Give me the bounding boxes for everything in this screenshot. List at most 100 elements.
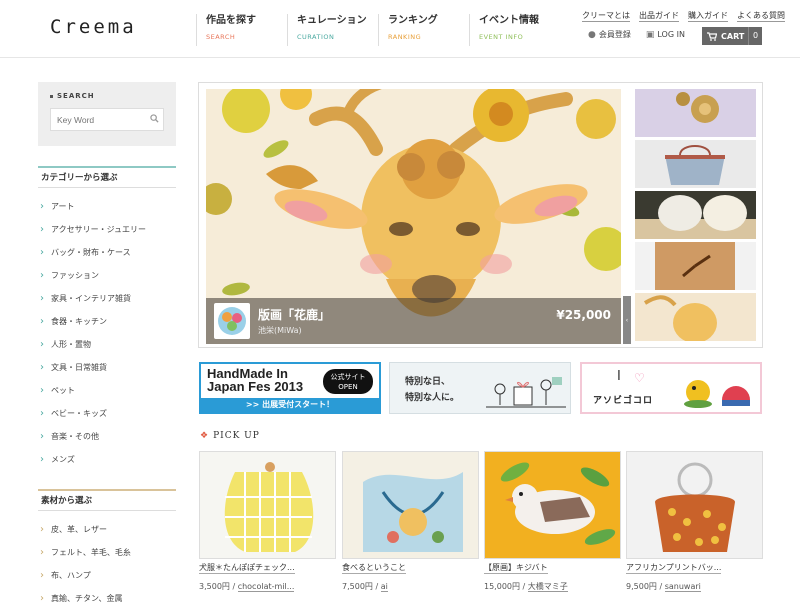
product-name[interactable]: アフリカンプリントバッ... — [626, 562, 722, 574]
category-item[interactable]: メンズ — [40, 448, 146, 471]
nav-event-sublabel: EVENT INFO — [479, 33, 524, 41]
special-gift-banner[interactable]: 特別な日、 特別な人に。 — [389, 362, 571, 414]
hero-thumbnail[interactable] — [635, 140, 756, 188]
banner-cta: >> 出展受付スタート！ — [201, 398, 379, 412]
nav-event-label: イベント情報 — [479, 15, 539, 26]
pickup-card[interactable]: アフリカンプリントバッ... 9,500円 / sanuwari — [626, 451, 763, 592]
handmade-fes-banner[interactable]: HandMade In Japan Fes 2013 公式サイト OPEN >>… — [199, 362, 381, 414]
link-about[interactable]: クリーマとは — [582, 10, 630, 22]
nav-ranking-sublabel: RANKING — [388, 33, 422, 41]
material-item[interactable]: 布、ハンプ — [40, 564, 131, 587]
artist-avatar[interactable] — [214, 303, 250, 339]
pickup-card[interactable]: 食べるということ 7,500円 / ai — [342, 451, 479, 592]
material-item[interactable]: 真鍮、チタン、金属 — [40, 587, 131, 610]
gift-banner-line2: 特別な人に。 — [405, 393, 460, 403]
seller-link[interactable]: chocolat-mil... — [237, 582, 295, 592]
user-links: ● 会員登録 ▣ LOG IN — [588, 29, 685, 40]
product-price: 7,500円 — [342, 582, 373, 591]
nav-search-label: 作品を探す — [206, 15, 256, 26]
category-item[interactable]: アート — [40, 195, 146, 218]
category-item[interactable]: 食器・キッチン — [40, 310, 146, 333]
link-buyer-guide[interactable]: 購入ガイド — [688, 10, 728, 22]
hero-thumbnail[interactable] — [635, 293, 756, 341]
link-faq[interactable]: よくある質問 — [737, 10, 785, 22]
product-name[interactable]: 犬服＊たんぽぽチェック... — [199, 562, 295, 574]
nav-search-sublabel: SEARCH — [206, 33, 236, 41]
banner-title-line2: Japan Fes 2013 — [207, 379, 304, 394]
seller-link[interactable]: sanuwari — [664, 582, 701, 592]
banner-i-text: I — [617, 369, 621, 384]
artist-avatar-image — [218, 307, 246, 335]
hero-thumbnail[interactable] — [635, 242, 756, 290]
cart-label: CART — [721, 31, 745, 41]
gift-banner-line1: 特別な日、 — [405, 377, 451, 387]
cart-icon — [707, 31, 717, 41]
slider-toggle-handle[interactable]: ‹ — [623, 296, 631, 344]
search-icon[interactable] — [150, 114, 159, 123]
category-item[interactable]: 家具・インテリア雑貨 — [40, 287, 146, 310]
asobigokoro-banner[interactable]: I ♡ アソビゴコロ — [580, 362, 762, 414]
seller-link[interactable]: 大橋マミ子 — [527, 582, 568, 592]
product-meta: 9,500円 / sanuwari — [626, 582, 701, 592]
gift-illustration — [486, 377, 566, 408]
site-logo[interactable]: Creema — [50, 16, 137, 38]
product-image[interactable] — [342, 451, 479, 559]
nav-curation[interactable]: キュレーション CURATION — [287, 14, 378, 46]
cart-count: 0 — [748, 27, 762, 45]
category-item[interactable]: ベビー・キッズ — [40, 402, 146, 425]
hero-price: ¥25,000 — [556, 308, 611, 322]
product-image[interactable] — [626, 451, 763, 559]
sidebar-search: SEARCH — [38, 82, 176, 146]
material-item[interactable]: フェルト、羊毛、毛糸 — [40, 541, 131, 564]
seller-link[interactable]: ai — [380, 582, 388, 592]
nav-curation-sublabel: CURATION — [297, 33, 335, 41]
product-price: 3,500円 — [199, 582, 230, 591]
search-title: SEARCH — [50, 92, 95, 100]
badge-line2: OPEN — [338, 383, 358, 391]
utility-links: クリーマとは 出品ガイド 購入ガイド よくある質問 — [582, 10, 785, 22]
gift-banner-text: 特別な日、 特別な人に。 — [405, 374, 459, 406]
pickup-card[interactable]: 【原画】キジバト 15,000円 / 大橋マミ子 — [484, 451, 621, 592]
login-link[interactable]: LOG IN — [657, 30, 685, 39]
diamond-icon: ❖ — [200, 431, 210, 441]
nav-ranking[interactable]: ランキング RANKING — [378, 14, 469, 46]
product-image[interactable] — [484, 451, 621, 559]
category-item[interactable]: 文具・日常雑貨 — [40, 356, 146, 379]
nav-search[interactable]: 作品を探す SEARCH — [196, 14, 287, 46]
hero-title[interactable]: 版画「花鹿」 — [258, 306, 330, 323]
category-item[interactable]: ペット — [40, 379, 146, 402]
register-link[interactable]: 会員登録 — [599, 29, 631, 40]
material-item[interactable]: 皮、革、レザー — [40, 518, 131, 541]
hero-author[interactable]: 池栄(MiWa) — [258, 325, 302, 336]
category-item[interactable]: アクセサリー・ジュエリー — [40, 218, 146, 241]
hero-caption: 版画「花鹿」 池栄(MiWa) ¥25,000 — [206, 298, 621, 344]
product-price: 15,000円 — [484, 582, 520, 591]
category-item[interactable]: バッグ・財布・ケース — [40, 241, 146, 264]
cart-button[interactable]: CART 0 — [702, 27, 762, 45]
category-list: アート アクセサリー・ジュエリー バッグ・財布・ケース ファッション 家具・イン… — [40, 195, 146, 471]
category-item[interactable]: 音楽・その他 — [40, 425, 146, 448]
badge-line1: 公式サイト — [330, 373, 366, 381]
product-meta: 15,000円 / 大橋マミ子 — [484, 582, 568, 592]
lock-icon: ▣ — [645, 29, 655, 40]
link-seller-guide[interactable]: 出品ガイド — [639, 10, 679, 22]
hero-thumbnail[interactable] — [635, 89, 756, 137]
product-image[interactable] — [199, 451, 336, 559]
pickup-heading: ❖ PICK UP — [200, 431, 260, 441]
keyword-search-input[interactable] — [50, 108, 164, 131]
asobigokoro-text: アソビゴコロ — [593, 396, 654, 406]
hero-thumbnails — [635, 89, 756, 344]
product-name[interactable]: 【原画】キジバト — [484, 562, 548, 574]
site-header: Creema 作品を探す SEARCH キュレーション CURATION ランキ… — [0, 0, 800, 58]
nav-ranking-label: ランキング — [388, 15, 438, 26]
pickup-card[interactable]: 犬服＊たんぽぽチェック... 3,500円 / chocolat-mil... — [199, 451, 336, 592]
product-name[interactable]: 食べるということ — [342, 562, 406, 574]
material-list: 皮、革、レザー フェルト、羊毛、毛糸 布、ハンプ 真鍮、チタン、金属 — [40, 518, 131, 610]
nav-event[interactable]: イベント情報 EVENT INFO — [469, 14, 560, 46]
hero-slide[interactable]: 版画「花鹿」 池栄(MiWa) ¥25,000 — [206, 89, 621, 344]
hero-thumbnail[interactable] — [635, 191, 756, 239]
product-price: 9,500円 — [626, 582, 657, 591]
product-meta: 3,500円 / chocolat-mil... — [199, 582, 295, 592]
category-item[interactable]: ファッション — [40, 264, 146, 287]
category-item[interactable]: 人形・置物 — [40, 333, 146, 356]
